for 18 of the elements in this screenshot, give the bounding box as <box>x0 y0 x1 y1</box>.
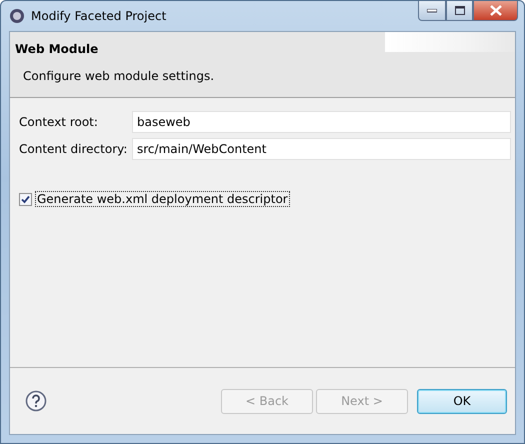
close-icon <box>490 5 502 16</box>
checkbox-label[interactable]: Generate web.xml deployment descriptor <box>35 191 290 207</box>
field-label: Context root: <box>19 115 99 129</box>
maximize-button[interactable] <box>446 1 473 21</box>
input-field[interactable]: src/main/WebContent <box>132 138 511 160</box>
restore-icon <box>454 6 464 15</box>
app-icon <box>9 8 25 24</box>
page-title: Web Module <box>15 42 100 56</box>
checkbox[interactable] <box>19 192 32 206</box>
close-button[interactable] <box>473 1 518 21</box>
dialog-button[interactable]: OK <box>417 388 507 414</box>
page-description: Configure web module settings. <box>23 69 216 83</box>
input-field[interactable]: baseweb <box>132 111 511 133</box>
help-icon[interactable] <box>25 390 47 412</box>
field-label: Content directory: <box>19 142 128 156</box>
minimize-icon <box>427 8 437 12</box>
minimize-button[interactable] <box>418 1 446 21</box>
window-title: Modify Faceted Project <box>31 9 166 23</box>
